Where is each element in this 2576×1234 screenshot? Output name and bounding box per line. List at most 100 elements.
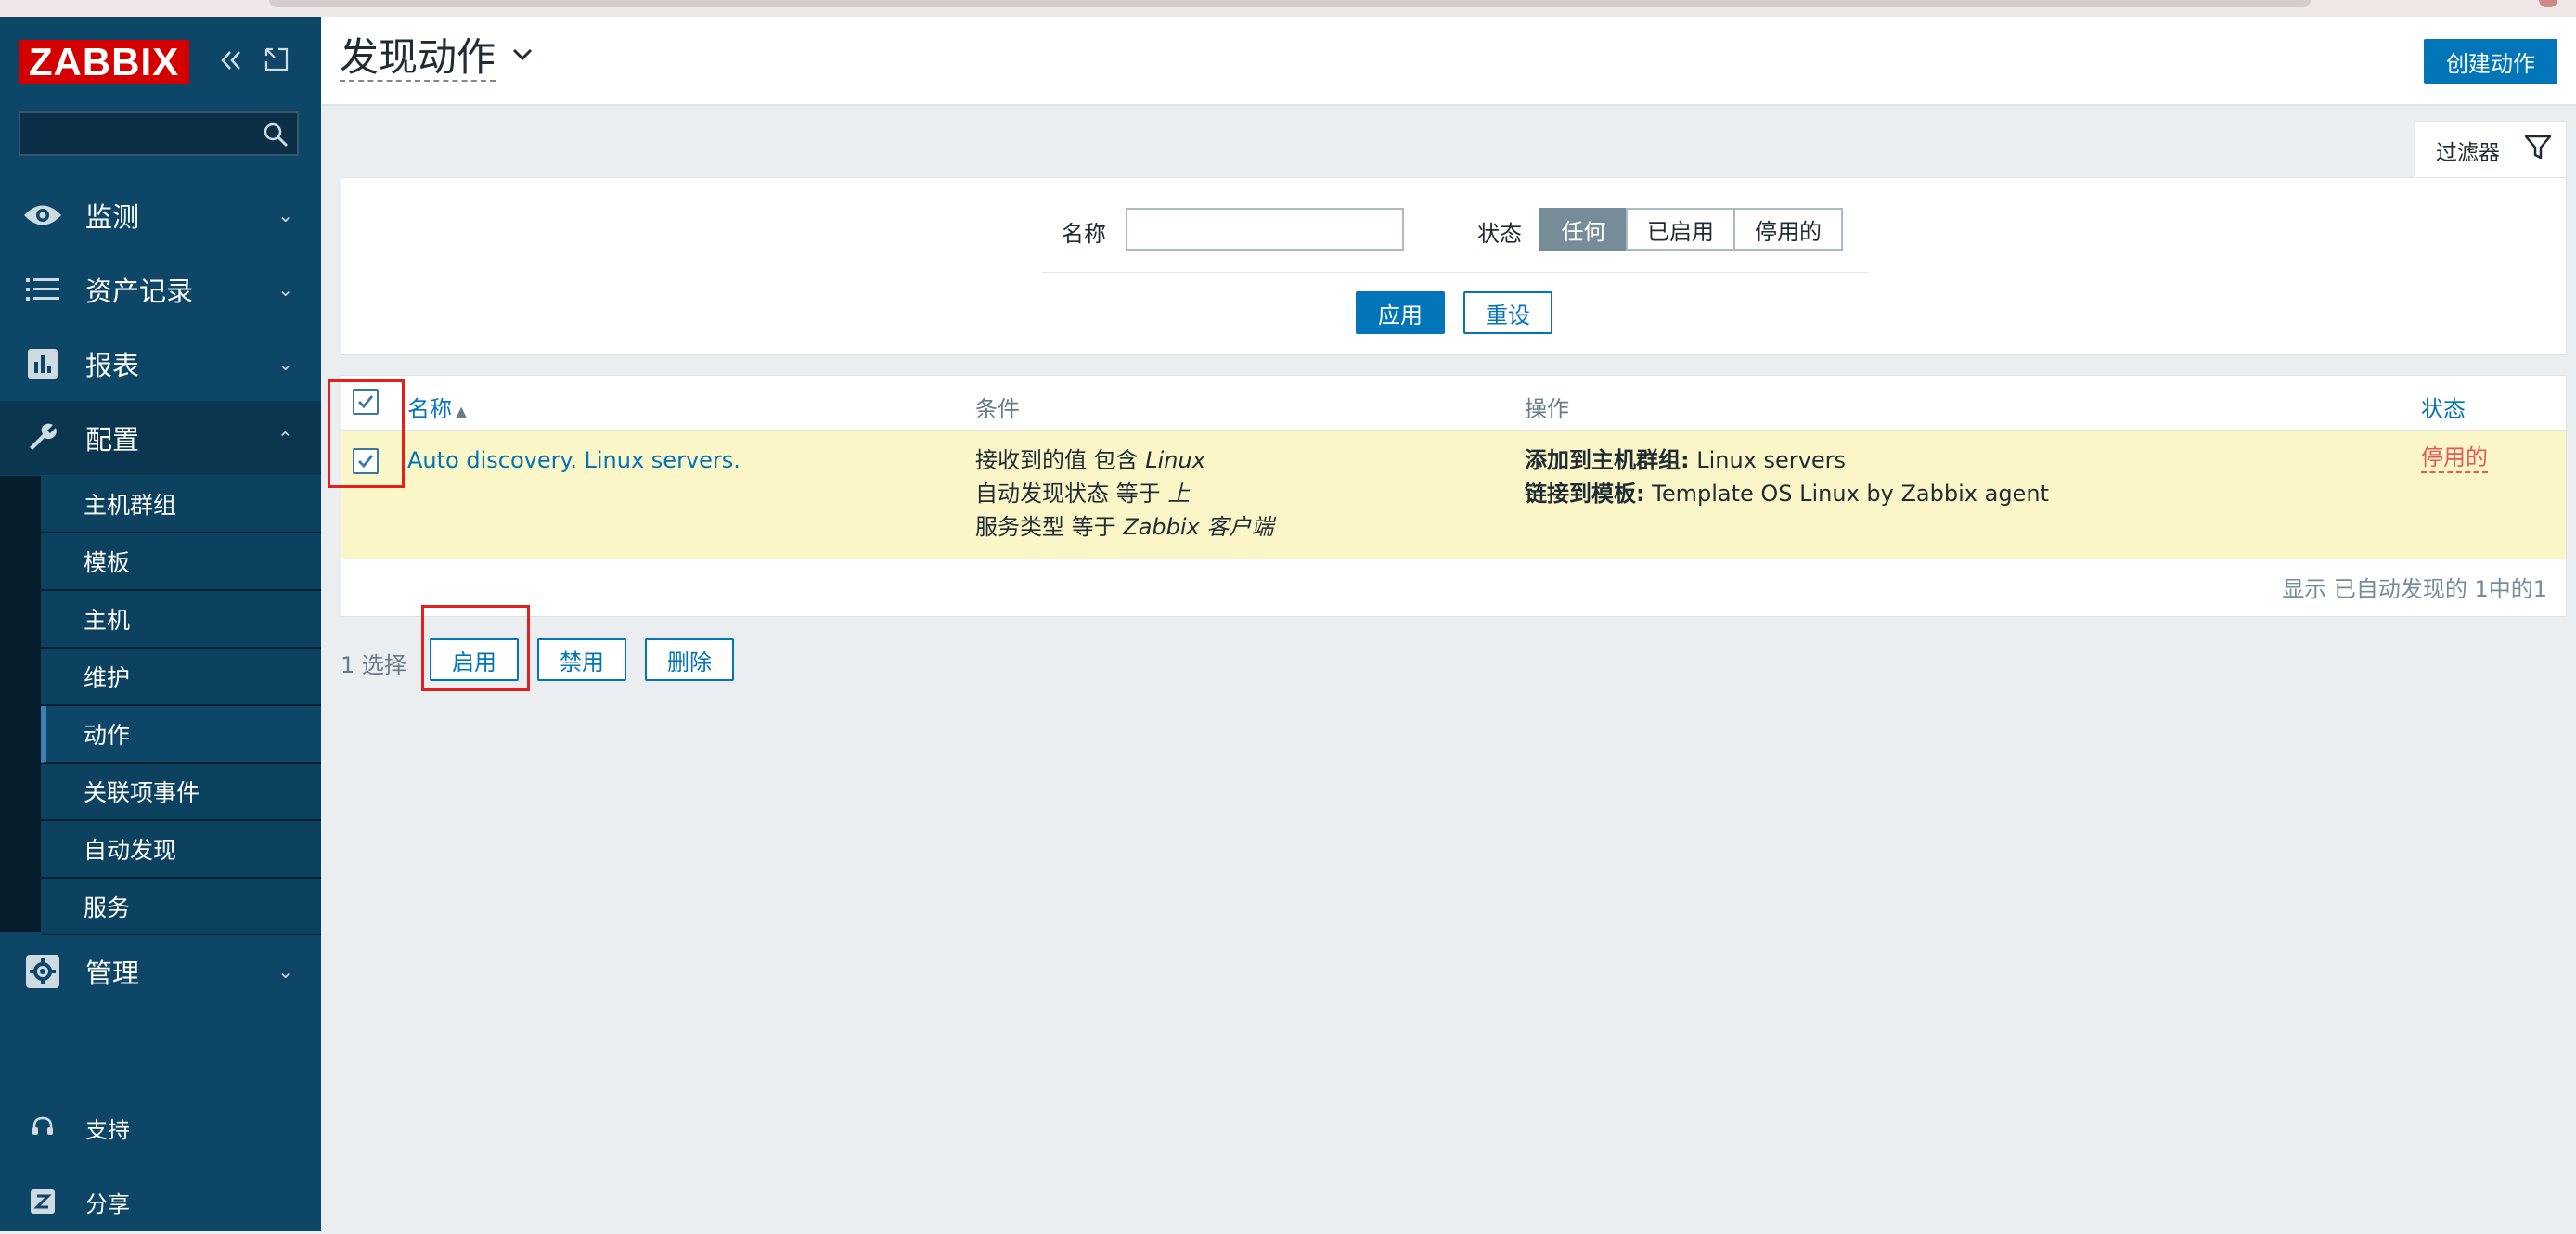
bar-chart-icon [22, 343, 63, 384]
action-name-link[interactable]: Auto discovery. Linux servers. [407, 443, 741, 477]
submenu-templates[interactable]: 模板 [41, 533, 321, 590]
nav-support[interactable]: 支持 [0, 1095, 321, 1160]
table-paging-info: 显示 已自动发现的 1中的1 [2282, 576, 2547, 602]
kiosk-mode-icon[interactable] [264, 46, 290, 80]
gear-icon [22, 951, 63, 992]
status-enabled-toggle[interactable]: 已启用 [1626, 208, 1735, 251]
filter-apply-button[interactable]: 应用 [1356, 291, 1445, 334]
wrench-icon [22, 418, 63, 458]
condition-text: 服务类型 等于 [975, 514, 1124, 540]
chevron-up-icon: ⌄ [277, 427, 293, 449]
status-any-toggle[interactable]: 任何 [1539, 208, 1628, 251]
submenu-label: 模板 [84, 549, 131, 576]
column-label: 名称 [407, 396, 452, 422]
submenu-discovery[interactable]: 自动发现 [41, 821, 321, 878]
nav-configuration[interactable]: 配置 ⌄ [0, 401, 321, 475]
submenu-label: 主机 [84, 607, 131, 634]
submenu-maintenance[interactable]: 维护 [41, 649, 321, 705]
nav-label: 分享 [85, 1190, 130, 1217]
operation-line: 链接到模板: Template OS Linux by Zabbix agent [1525, 477, 2049, 510]
column-name-header[interactable]: 名称 ▲ [407, 391, 467, 423]
submenu-label: 自动发现 [84, 837, 177, 864]
submenu-label: 维护 [84, 664, 131, 691]
nav-label: 支持 [85, 1116, 130, 1143]
nav-label: 配置 [85, 424, 140, 456]
submenu-actions[interactable]: 动作 [41, 706, 321, 763]
nav-administration[interactable]: 管理 ⌄ [0, 934, 321, 1009]
column-operations-header: 操作 [1525, 396, 1569, 422]
search-icon[interactable] [262, 121, 290, 148]
nav-share[interactable]: 分享 [0, 1169, 321, 1234]
filter-icon [2524, 135, 2552, 160]
list-icon [22, 269, 63, 310]
collapse-sidebar-icon[interactable] [217, 46, 245, 82]
submenu-label: 主机群组 [84, 492, 177, 519]
page-header: 发现动作 创建动作 [321, 17, 2576, 106]
filter-name-label: 名称 [1062, 221, 1106, 247]
mass-delete-button[interactable]: 删除 [645, 638, 734, 681]
submenu-hosts[interactable]: 主机 [41, 591, 321, 648]
nav-inventory[interactable]: 资产记录 ⌄ [0, 252, 321, 327]
sidebar-search-input[interactable] [19, 111, 299, 156]
chevron-down-icon: ⌄ [277, 353, 293, 375]
condition-text: 自动发现状态 等于 [975, 481, 1168, 507]
submenu-host-groups[interactable]: 主机群组 [41, 476, 321, 533]
filter-panel: 名称 状态 任何 已启用 停用的 应用 重设 [341, 177, 2567, 355]
filter-divider [1042, 272, 1868, 273]
condition-line: 服务类型 等于 Zabbix 客户端 [975, 510, 1273, 544]
create-action-button[interactable]: 创建动作 [2424, 39, 2557, 84]
submenu-event-correlation[interactable]: 关联项事件 [41, 764, 321, 820]
table-row: Auto discovery. Linux servers. 接收到的值 包含 … [341, 431, 2566, 559]
column-conditions-header: 条件 [975, 396, 1020, 422]
condition-value: Linux [1145, 447, 1205, 473]
chevron-down-icon: ⌄ [277, 960, 293, 983]
filter-tab[interactable]: 过滤器 [2415, 121, 2567, 178]
nav-label: 资产记录 [85, 276, 194, 307]
submenu-label: 关联项事件 [84, 779, 200, 806]
operation-value: Template OS Linux by Zabbix agent [1644, 481, 2049, 507]
chevron-down-icon: ⌄ [277, 204, 293, 226]
operation-value: Linux servers [1689, 447, 1847, 473]
filter-reset-button[interactable]: 重设 [1463, 291, 1552, 334]
page-title[interactable]: 发现动作 [340, 35, 496, 82]
condition-line: 接收到的值 包含 Linux [975, 443, 1273, 477]
browser-address-bar [269, 0, 2311, 7]
highlight-box-enable [421, 605, 530, 691]
actions-table: 名称 ▲ 条件 操作 状态 Auto discovery. Linux serve… [341, 375, 2567, 617]
configuration-submenu: 主机群组 模板 主机 维护 动作 关联项事件 自动发现 服务 [0, 476, 321, 935]
status-toggle-link[interactable]: 停用的 [2421, 443, 2488, 473]
status-disabled-toggle[interactable]: 停用的 [1733, 208, 1843, 251]
highlight-box-checkboxes [328, 379, 405, 488]
filter-name-input[interactable] [1126, 208, 1404, 251]
chevron-down-icon[interactable] [510, 33, 535, 74]
browser-top-strip [0, 0, 2576, 19]
condition-value: Zabbix 客户端 [1123, 514, 1274, 540]
nav-label: 监测 [85, 201, 140, 233]
nav-label: 管理 [85, 958, 140, 989]
sidebar: ZABBIX 监测 ⌄ 资产记录 ⌄ 报表 ⌄ 配置 ⌄ 主机群组 模板 主机 … [0, 17, 321, 1231]
zabbix-logo[interactable]: ZABBIX [19, 40, 189, 84]
submenu-services[interactable]: 服务 [41, 879, 321, 935]
operation-label: 添加到主机群组: [1525, 447, 1690, 473]
condition-text: 接收到的值 包含 [975, 447, 1146, 473]
submenu-label: 服务 [84, 894, 131, 921]
operations-cell: 添加到主机群组: Linux servers 链接到模板: Template O… [1525, 443, 2049, 510]
filter-status-label: 状态 [1477, 221, 1522, 247]
conditions-cell: 接收到的值 包含 Linux 自动发现状态 等于 上 服务类型 等于 Zabbi… [975, 443, 1273, 544]
condition-line: 自动发现状态 等于 上 [975, 477, 1273, 510]
selected-count: 1 选择 [341, 652, 406, 678]
mass-disable-button[interactable]: 禁用 [537, 638, 626, 681]
filter-tab-label: 过滤器 [2436, 141, 2500, 165]
table-header: 名称 ▲ 条件 操作 状态 [341, 376, 2566, 431]
sort-ascending-icon: ▲ [456, 403, 468, 420]
condition-value: 上 [1167, 481, 1191, 507]
column-status-header[interactable]: 状态 [2421, 391, 2466, 423]
submenu-label: 动作 [84, 722, 131, 749]
operation-line: 添加到主机群组: Linux servers [1525, 443, 2049, 477]
nav-monitoring[interactable]: 监测 ⌄ [0, 178, 321, 252]
nav-reports[interactable]: 报表 ⌄ [0, 327, 321, 401]
chevron-down-icon: ⌄ [277, 278, 293, 301]
browser-profile-icon [2539, 0, 2557, 7]
nav-label: 报表 [85, 350, 140, 381]
eye-icon [22, 195, 63, 236]
